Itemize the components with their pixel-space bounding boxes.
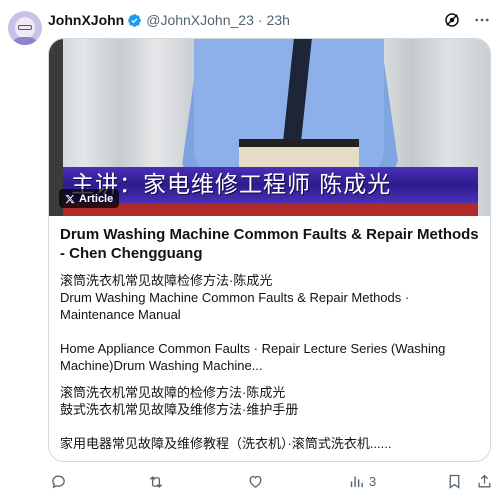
article-card[interactable]: 主讲：家电维修工程师 陈成光 Article Drum Washing Mach… [48, 38, 491, 462]
repost-button[interactable] [147, 473, 169, 491]
article-paragraph: 滚筒洗衣机常见故障的检修方法·陈成光 鼓式洗衣机常见故障及维修方法·维护手册 [60, 384, 480, 418]
views-button[interactable]: 3 [348, 473, 376, 490]
header-actions [443, 11, 491, 29]
paragraph-line: 滚筒洗衣机常见故障检修方法·陈成光 [60, 273, 273, 288]
article-badge-label: Article [79, 192, 114, 205]
paragraph-line: 鼓式洗衣机常见故障及维修方法·维护手册 [60, 402, 299, 417]
bookmark-button[interactable] [446, 473, 463, 490]
article-media[interactable]: 主讲：家电维修工程师 陈成光 Article [49, 39, 490, 216]
more-icon[interactable] [473, 11, 491, 29]
timestamp[interactable]: 23h [267, 12, 290, 28]
paragraph-line: 滚筒洗衣机常见故障的检修方法·陈成光 [60, 385, 286, 400]
like-icon [249, 475, 262, 488]
repost-icon [149, 476, 163, 488]
grok-icon[interactable] [443, 11, 461, 29]
display-name[interactable]: JohnXJohn [48, 12, 124, 28]
paragraph-line: Home Appliance Common Faults · Repair Le… [60, 341, 446, 356]
avatar-shirt [10, 37, 40, 45]
media-caption-banner: 主讲：家电维修工程师 陈成光 [63, 167, 478, 203]
reply-button[interactable] [50, 473, 71, 490]
like-button[interactable] [247, 473, 268, 490]
paragraph-line: 家用电器常见故障及维修教程（洗衣机）·滚筒式洗衣机...... [60, 436, 392, 451]
article-paragraph: Home Appliance Common Faults · Repair Le… [60, 340, 480, 374]
share-button[interactable] [476, 473, 493, 490]
article-body: Drum Washing Machine Common Faults & Rep… [60, 225, 480, 452]
paragraph-line: Machine)Drum Washing Machine... [60, 358, 263, 373]
paragraph-line: Drum Washing Machine Common Faults & Rep… [60, 290, 410, 305]
avatar-glasses [18, 25, 32, 30]
article-paragraph: 滚筒洗衣机常见故障检修方法·陈成光 Drum Washing Machine C… [60, 272, 480, 323]
avatar[interactable] [8, 11, 42, 45]
post-header: JohnXJohn @JohnXJohn_23 · 23h [48, 10, 491, 30]
views-count: 3 [369, 474, 377, 489]
media-figure-belt [239, 139, 359, 147]
views-icon [350, 476, 363, 488]
reply-icon [52, 475, 65, 489]
paragraph-line: Maintenance Manual [60, 307, 181, 322]
header-separator: · [257, 12, 263, 28]
action-bar: 3 [48, 473, 491, 493]
media-red-stripe [63, 203, 478, 216]
handle[interactable]: @JohnXJohn_23 [146, 12, 254, 28]
bookmark-icon [449, 474, 460, 489]
article-badge: Article [59, 189, 120, 208]
x-logo-icon [65, 194, 75, 203]
article-paragraph: 家用电器常见故障及维修教程（洗衣机）·滚筒式洗衣机...... [60, 435, 480, 452]
article-title[interactable]: Drum Washing Machine Common Faults & Rep… [60, 225, 480, 263]
verified-badge-icon[interactable] [127, 13, 142, 28]
share-icon [478, 474, 491, 488]
